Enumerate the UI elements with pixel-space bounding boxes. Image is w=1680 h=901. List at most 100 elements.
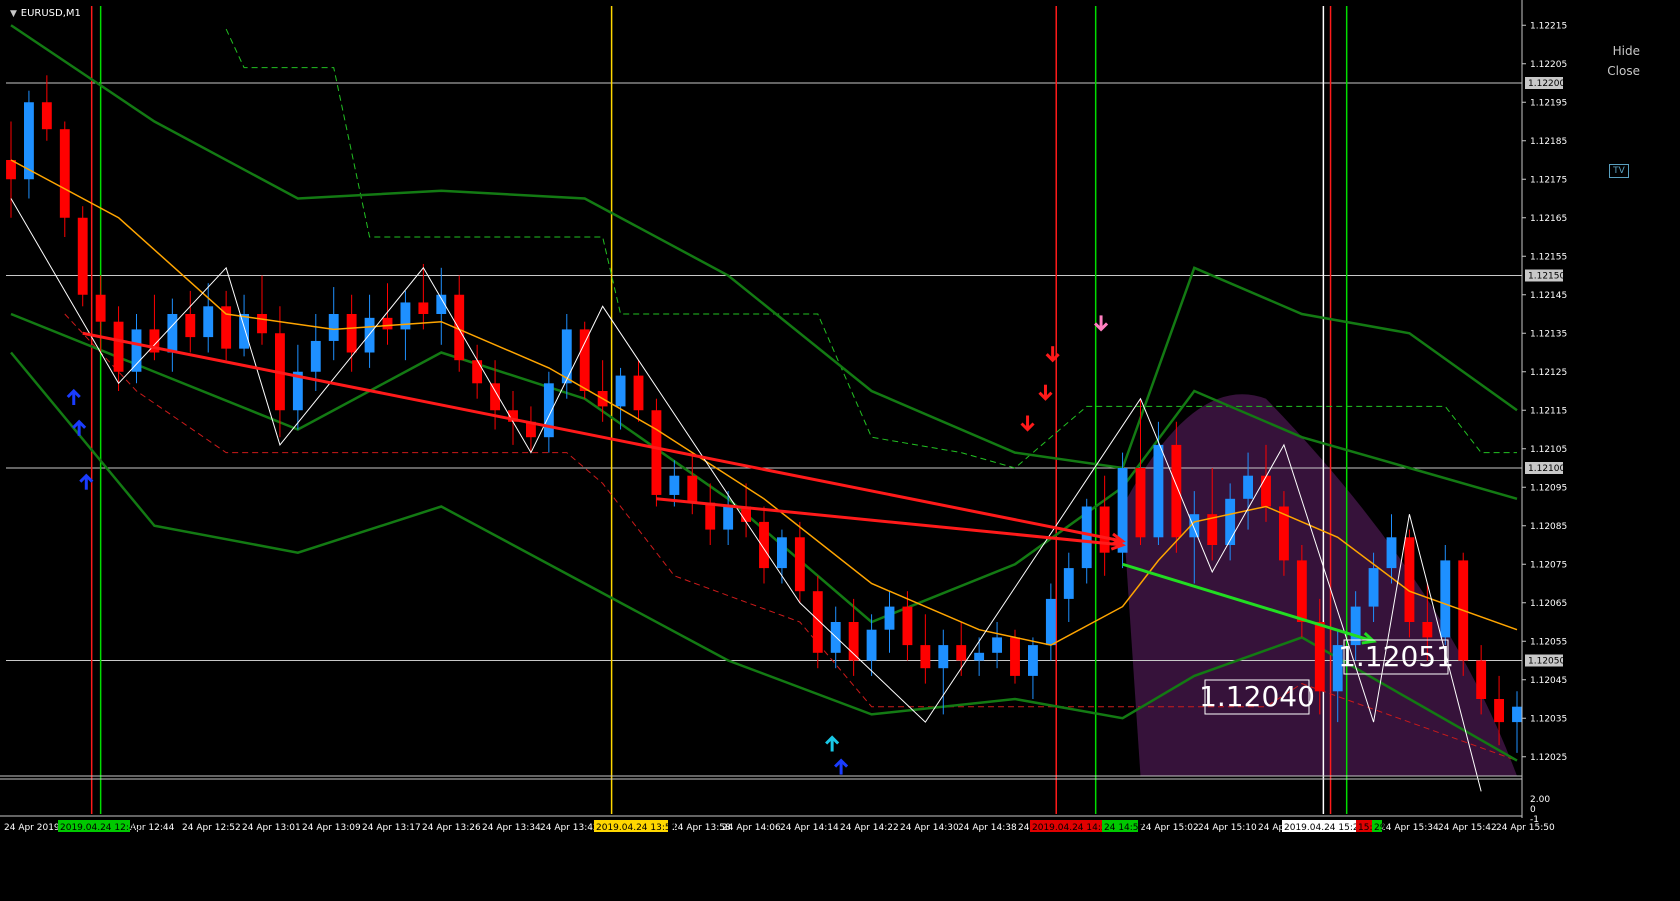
candle-body: [1243, 475, 1254, 499]
candle-body: [1171, 444, 1182, 538]
price-tick-label: 1.12185: [1530, 137, 1567, 147]
candle-body: [185, 314, 196, 338]
time-marker-badge-label: 2019.04.24 14:52: [1032, 823, 1112, 833]
candle-body: [472, 360, 483, 384]
candle: [1404, 529, 1415, 638]
price-tick-label: 1.12195: [1530, 98, 1567, 108]
time-axis-label: 24 Apr 12:52: [182, 823, 241, 833]
time-axis-label: 24 Apr 13:42: [540, 823, 599, 833]
candle-body: [1368, 568, 1379, 607]
time-axis-label: 24 Apr 15:10: [1198, 823, 1257, 833]
candle-body: [776, 537, 787, 569]
close-button[interactable]: Close: [1590, 64, 1640, 78]
time-axis-label: 24 Apr 14:30: [900, 823, 959, 833]
time-axis-label: 24 Apr 13:34: [482, 823, 541, 833]
sub-axis-label: 0: [1530, 805, 1536, 815]
price-tick-label: 1.12065: [1530, 599, 1567, 609]
time-axis-label: 24 Apr 2019: [4, 823, 60, 833]
candle-body: [418, 302, 429, 314]
candle-body: [1081, 506, 1092, 569]
candle-body: [561, 329, 572, 384]
time-marker-badge-label: 2019.04.24 12:40: [60, 823, 141, 833]
candle-body: [669, 475, 680, 495]
candle-body: [1027, 645, 1038, 676]
candle: [1117, 452, 1128, 569]
candle-body: [1386, 537, 1397, 569]
time-axis-label: 24 Apr 14:22: [840, 823, 899, 833]
candle-body: [705, 502, 716, 530]
candle-body: [310, 340, 321, 372]
hide-button[interactable]: Hide: [1590, 44, 1640, 58]
candle-body: [1261, 475, 1271, 507]
candle-body: [1225, 498, 1236, 545]
sub-axis-label: 2.00: [1530, 795, 1550, 805]
candle-body: [1135, 468, 1146, 538]
time-marker-badge-label: 2019.04.24 13:54: [596, 823, 677, 833]
price-tick-label: 1.12205: [1530, 60, 1567, 70]
price-callout-label: 1.12040: [1199, 680, 1315, 713]
symbol-title[interactable]: ▼ EURUSD,M1: [10, 5, 81, 19]
candle: [77, 206, 88, 307]
price-tick-label: 1.12215: [1530, 21, 1567, 31]
candle-body: [938, 645, 949, 669]
price-tick-label: 1.12055: [1530, 637, 1567, 647]
price-level-badge-label: 1.12050: [1528, 657, 1565, 667]
candle-body: [346, 314, 357, 353]
candle-body: [1010, 637, 1020, 676]
price-tick-label: 1.12165: [1530, 214, 1567, 224]
candle-body: [364, 317, 375, 353]
candle-body: [6, 160, 16, 180]
price-chart[interactable]: 1.12040 1.12051 1.12215 1.12205 1.12195 1.12…: [0, 0, 1680, 897]
chart-window[interactable]: 1.12040 1.12051 1.12215 1.12205 1.12195 1.12…: [0, 0, 1680, 897]
candle-body: [95, 294, 106, 322]
candle: [1458, 552, 1469, 676]
candle-body: [1440, 560, 1451, 638]
candle-body: [1512, 706, 1522, 723]
candle-body: [1422, 622, 1433, 638]
candle-body: [400, 302, 411, 330]
time-marker-badge-label: 29: [1374, 823, 1386, 833]
time-axis-label: 24: [1018, 823, 1030, 833]
candle-body: [59, 129, 70, 218]
candle-body: [1476, 660, 1487, 699]
candle-body: [1153, 444, 1164, 538]
time-axis-label: 24 Apr 13:26: [422, 823, 481, 833]
time-axis-label: 24 Apr 15:50: [1496, 823, 1555, 833]
candle-body: [651, 410, 662, 495]
candle-body: [884, 606, 895, 630]
candle-body: [131, 329, 142, 372]
price-level-badge-label: 1.12200: [1528, 79, 1565, 89]
candle-body: [956, 645, 967, 661]
candle-body: [759, 521, 769, 569]
candle-body: [633, 375, 644, 411]
time-axis-label: 24 Apr 13:17: [362, 823, 421, 833]
candle-body: [974, 652, 985, 661]
time-marker-badge-label: 24 14:57: [1104, 823, 1144, 833]
candle-body: [77, 217, 88, 295]
candle-body: [920, 645, 931, 669]
price-tick-label: 1.12045: [1530, 676, 1567, 686]
candle-body: [113, 321, 124, 372]
price-tick-label: 1.12035: [1530, 714, 1567, 724]
candle-body: [1045, 598, 1056, 646]
candle-body: [1314, 622, 1325, 692]
price-tick-label: 1.12075: [1530, 560, 1567, 570]
candle-body: [167, 314, 178, 353]
candle-body: [1063, 568, 1074, 599]
candle-body: [866, 629, 877, 661]
price-callout-label: 1.12051: [1338, 640, 1454, 673]
candle-body: [687, 475, 698, 503]
price-tick-label: 1.12085: [1530, 522, 1567, 532]
time-axis-label: 24 Apr 15:34: [1380, 823, 1439, 833]
price-level-badge-label: 1.12100: [1528, 464, 1565, 474]
time-axis-label: 24 Apr 14:14: [780, 823, 839, 833]
price-tick-label: 1.12175: [1530, 175, 1567, 185]
time-axis-label: 24 Apr 13:09: [302, 823, 361, 833]
candle-body: [221, 306, 232, 349]
price-tick-label: 1.12025: [1530, 753, 1567, 763]
time-axis-label: 24 Apr 13:01: [242, 823, 301, 833]
candle-body: [1494, 699, 1505, 723]
triangle-down-icon[interactable]: ▼: [10, 9, 17, 19]
tv-badge[interactable]: TV: [1609, 164, 1629, 178]
candle-body: [902, 606, 913, 646]
